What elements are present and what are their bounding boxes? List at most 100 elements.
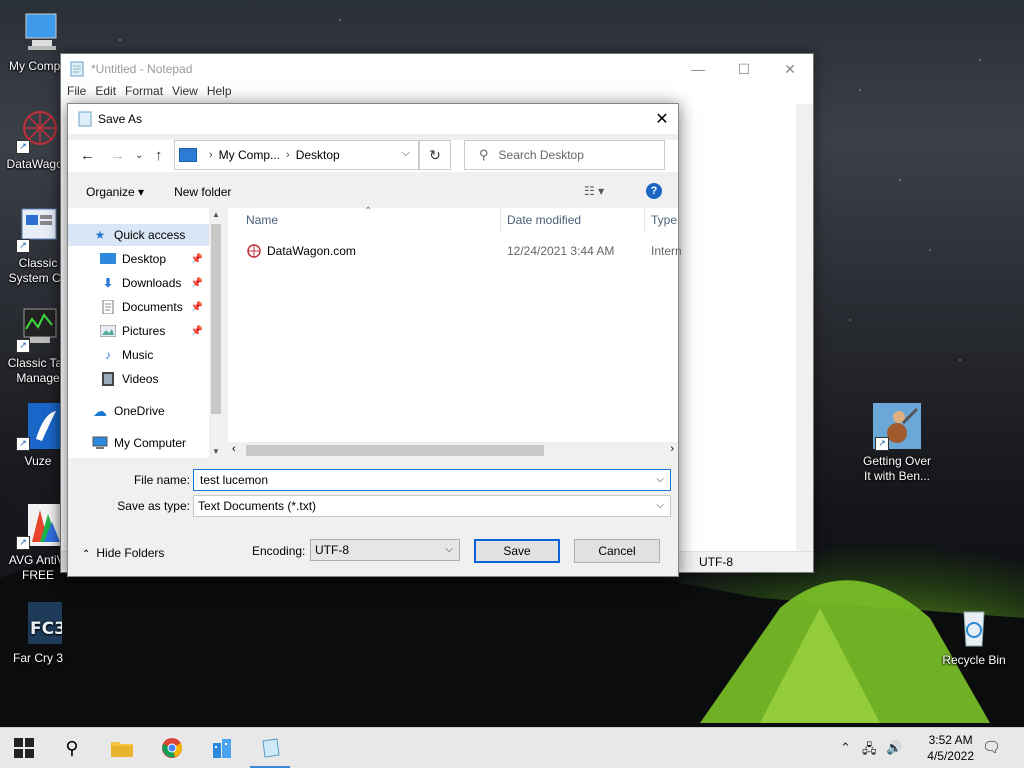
clock-time: 3:52 AM	[928, 733, 973, 747]
nav-item-documents[interactable]: Documents 📌	[68, 296, 209, 318]
menu-edit[interactable]: Edit	[95, 84, 123, 104]
column-name-header[interactable]: Name	[246, 213, 278, 227]
scroll-up-arrow-icon[interactable]: ▲	[212, 210, 220, 219]
refresh-button[interactable]: ↻	[419, 140, 451, 170]
menu-view[interactable]: View	[172, 84, 205, 104]
desktop-icon-getting-over-it[interactable]: ↗ Getting Over It with Ben...	[858, 403, 936, 484]
pin-icon: 📌	[190, 325, 203, 337]
save-button[interactable]: Save	[474, 539, 560, 563]
minimize-button[interactable]: —	[675, 54, 721, 84]
cancel-button[interactable]: Cancel	[574, 539, 660, 563]
menu-format[interactable]: Format	[125, 84, 170, 104]
notepad-vertical-scrollbar[interactable]	[796, 104, 813, 552]
address-dropdown-chevron-icon[interactable]: ⌵	[402, 147, 410, 160]
shortcut-arrow-icon: ↗	[16, 339, 30, 353]
nav-item-onedrive[interactable]: ☁ OneDrive	[68, 400, 209, 422]
desktop-icon-label: Getting Over It with Ben...	[862, 454, 932, 483]
scrollbar-thumb[interactable]	[211, 224, 221, 414]
folder-icon	[111, 742, 133, 757]
new-folder-button[interactable]: New folder	[174, 185, 231, 199]
breadcrumb-my-computer[interactable]: My Comp...	[219, 148, 280, 162]
nav-item-videos[interactable]: Videos	[68, 368, 209, 390]
recent-locations-chevron-icon[interactable]: ⌄	[135, 150, 143, 161]
file-row[interactable]: DataWagon.com 12/24/2021 3:44 AM Intern	[228, 240, 682, 262]
forward-arrow-icon[interactable]: →	[110, 147, 125, 164]
pin-icon: 📌	[190, 301, 203, 313]
up-arrow-icon[interactable]: ↑	[155, 147, 163, 164]
shortcut-arrow-icon: ↗	[875, 437, 889, 451]
breadcrumb-desktop[interactable]: Desktop	[296, 148, 340, 162]
desktop-icon-label: Recycle Bin	[942, 653, 1006, 667]
help-icon[interactable]: ?	[646, 183, 662, 199]
organize-button[interactable]: Organize ▾	[86, 185, 144, 199]
desktop-folder-icon	[100, 252, 116, 266]
vuze-icon: ↗	[14, 403, 62, 451]
pin-icon: 📌	[190, 277, 203, 289]
scroll-left-arrow-icon[interactable]: ‹	[232, 443, 236, 455]
hide-folders-button[interactable]: ⌃ Hide Folders	[82, 546, 164, 560]
dialog-close-button[interactable]: ✕	[646, 104, 678, 134]
file-name: DataWagon.com	[267, 244, 356, 258]
videos-icon	[100, 372, 116, 386]
file-name-value: test lucemon	[200, 473, 269, 487]
taskbar-file-explorer[interactable]	[98, 728, 146, 768]
search-input[interactable]: ⚲ Search Desktop	[464, 140, 665, 170]
file-name-input[interactable]: test lucemon ⌵	[193, 469, 671, 491]
file-list-horizontal-scrollbar[interactable]: ‹ ›	[228, 442, 678, 458]
start-button[interactable]	[0, 728, 48, 768]
nav-item-quick-access[interactable]: ★ Quick access	[68, 224, 209, 246]
status-encoding: UTF-8	[699, 555, 733, 569]
column-type-header[interactable]: Type	[651, 213, 677, 227]
shortcut-arrow-icon: ↗	[16, 239, 30, 253]
encoding-select[interactable]: UTF-8 ⌵	[310, 539, 460, 561]
taskbar-notepad[interactable]	[246, 728, 294, 768]
avg-icon: ↗	[14, 502, 62, 550]
save-as-dialog[interactable]: Save As ✕ ← → ⌄ ↑ › My Comp... › Desktop…	[67, 103, 682, 577]
menu-help[interactable]: Help	[207, 84, 239, 104]
save-as-type-value: Text Documents (*.txt)	[198, 499, 317, 513]
close-button[interactable]: ✕	[767, 54, 813, 84]
network-icon[interactable]: 🖧	[862, 740, 877, 762]
nav-item-pictures[interactable]: Pictures 📌	[68, 320, 209, 342]
search-placeholder: Search Desktop	[498, 148, 584, 162]
back-arrow-icon[interactable]: ←	[80, 147, 95, 164]
scroll-down-arrow-icon[interactable]: ▼	[212, 447, 220, 456]
desktop-icon-label: Vuze	[24, 454, 52, 468]
dialog-toolbar: Organize ▾ New folder ☷ ▾ ?	[68, 178, 678, 206]
save-as-type-select[interactable]: Text Documents (*.txt) ⌵	[193, 495, 671, 517]
breadcrumb-separator-icon: ›	[286, 149, 290, 161]
chevron-down-icon[interactable]: ⌵	[656, 500, 664, 511]
taskbar-chrome[interactable]	[148, 728, 196, 768]
nav-item-downloads[interactable]: ⬇ Downloads 📌	[68, 272, 209, 294]
notepad-icon	[78, 111, 92, 127]
taskbar-app-buildings[interactable]	[198, 728, 246, 768]
chrome-icon	[162, 738, 183, 758]
desktop-icon-recycle-bin[interactable]: Recycle Bin	[936, 602, 1012, 668]
menu-file[interactable]: File	[67, 84, 93, 104]
clock[interactable]: 3:52 AM 4/5/2022	[927, 732, 974, 764]
computer-icon	[92, 436, 108, 450]
chevron-down-icon[interactable]: ⌵	[656, 474, 664, 485]
maximize-button[interactable]: ☐	[721, 54, 767, 84]
nav-item-desktop[interactable]: Desktop 📌	[68, 248, 209, 270]
search-button[interactable]: ⚲	[48, 728, 96, 768]
view-options-button[interactable]: ☷ ▾	[584, 184, 604, 198]
shortcut-arrow-icon: ↗	[16, 140, 30, 154]
desktop-icon-far-cry-3[interactable]: FC3 Far Cry 3	[0, 600, 76, 666]
notepad-menubar: File Edit Format View Help	[61, 84, 813, 104]
clock-date: 4/5/2022	[927, 749, 974, 763]
shortcut-arrow-icon: ↗	[16, 536, 30, 550]
nav-item-music[interactable]: ♪ Music	[68, 344, 209, 366]
scroll-right-arrow-icon[interactable]: ›	[670, 443, 674, 455]
nav-item-my-computer[interactable]: My Computer	[68, 432, 209, 454]
volume-icon[interactable]: 🔊	[886, 740, 902, 756]
show-hidden-icons-chevron-icon[interactable]: ⌃	[840, 740, 851, 756]
action-center-icon[interactable]: 🗨	[982, 738, 1001, 756]
navigation-pane-scrollbar[interactable]: ▲ ▼	[209, 208, 223, 458]
column-date-header[interactable]: Date modified	[507, 213, 581, 227]
dialog-titlebar[interactable]: Save As	[68, 104, 678, 134]
scrollbar-thumb[interactable]	[246, 445, 544, 456]
notepad-icon	[70, 61, 84, 77]
desktop-icon-label: My Compu	[8, 59, 67, 73]
address-bar[interactable]: › My Comp... › Desktop ⌵	[174, 140, 419, 170]
